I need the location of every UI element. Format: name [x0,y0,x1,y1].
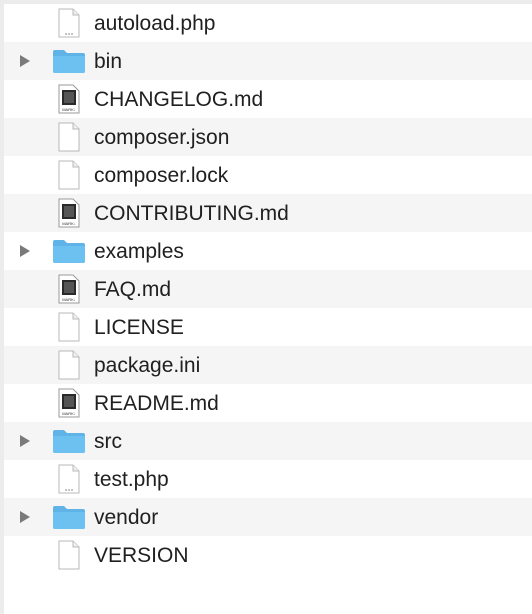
file-name: vendor [94,506,159,529]
file-row[interactable]: examples [4,232,532,270]
disclosure-triangle-icon[interactable] [18,510,32,524]
file-name: LICENSE [94,316,184,339]
file-row[interactable]: MARK↓ FAQ.md [4,270,532,308]
file-row[interactable]: composer.json [4,118,532,156]
disclosure-triangle-icon[interactable] [18,244,32,258]
file-name: bin [94,50,123,73]
markdown-icon-caption: MARK↓ [62,221,76,226]
markdown-icon-caption: MARK↓ [62,411,76,416]
finder-file-list: autoload.php bin MARK↓ CHANGELOG.md composer… [4,4,532,614]
file-list: autoload.php bin MARK↓ CHANGELOG.md composer… [4,4,532,574]
document-icon [52,540,86,570]
folder-icon [52,47,86,75]
file-name: examples [94,240,184,263]
php-file-icon [52,464,86,494]
file-row[interactable]: MARK↓ CHANGELOG.md [4,80,532,118]
folder-icon [52,427,86,455]
disclosure-triangle-icon[interactable] [18,54,32,68]
file-row[interactable]: MARK↓ README.md [4,384,532,422]
document-icon [52,312,86,342]
file-name: composer.lock [94,164,229,187]
file-row[interactable]: bin [4,42,532,80]
file-name: autoload.php [94,12,216,35]
file-name: README.md [94,392,219,415]
file-name: src [94,430,122,453]
file-name: composer.json [94,126,230,149]
disclosure-triangle-icon[interactable] [18,434,32,448]
file-row[interactable]: test.php [4,460,532,498]
markdown-icon-caption: MARK↓ [62,107,76,112]
file-row[interactable]: vendor [4,498,532,536]
file-row[interactable]: package.ini [4,346,532,384]
file-name: CONTRIBUTING.md [94,202,289,225]
file-name: package.ini [94,354,201,377]
file-row[interactable]: autoload.php [4,4,532,42]
markdown-file-icon: MARK↓ [52,274,86,304]
markdown-icon-caption: MARK↓ [62,297,76,302]
file-row[interactable]: MARK↓ CONTRIBUTING.md [4,194,532,232]
php-file-icon [52,8,86,38]
markdown-file-icon: MARK↓ [52,84,86,114]
document-icon [52,350,86,380]
file-row[interactable]: VERSION [4,536,532,574]
folder-icon [52,237,86,265]
markdown-file-icon: MARK↓ [52,198,86,228]
document-icon [52,160,86,190]
markdown-file-icon: MARK↓ [52,388,86,418]
folder-icon [52,503,86,531]
file-row[interactable]: composer.lock [4,156,532,194]
file-row[interactable]: LICENSE [4,308,532,346]
document-icon [52,122,86,152]
file-name: FAQ.md [94,278,172,301]
file-name: CHANGELOG.md [94,88,264,111]
file-row[interactable]: src [4,422,532,460]
file-name: test.php [94,468,169,491]
file-name: VERSION [94,544,189,567]
